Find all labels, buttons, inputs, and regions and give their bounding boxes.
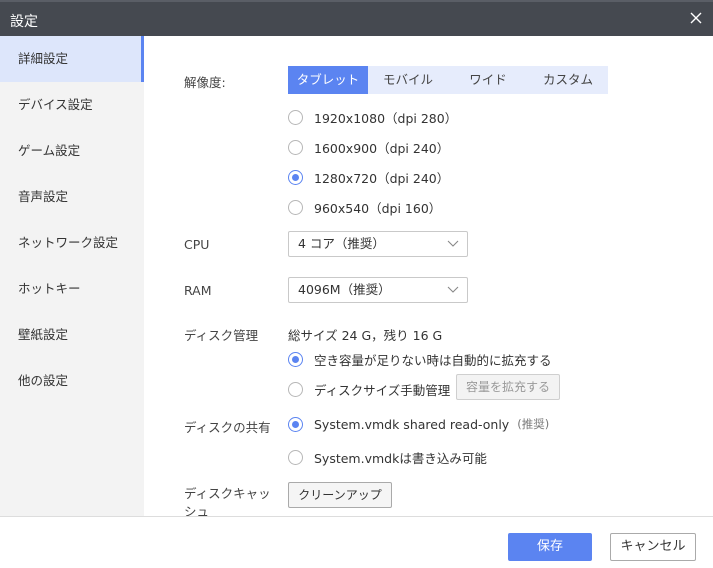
resolution-option-960[interactable]: 960x540（dpi 160） [288,198,441,217]
tab-custom[interactable]: カスタム [528,66,608,94]
chevron-down-icon [447,286,459,293]
tab-mobile[interactable]: モバイル [368,66,448,94]
settings-content: 解像度: タブレット モバイル ワイド カスタム 1920x1080（dpi 2… [144,36,713,516]
share-writable-option[interactable]: System.vmdkは書き込み可能 [288,448,487,467]
expand-capacity-button[interactable]: 容量を拡充する [456,374,560,400]
disk-share-label: ディスクの共有 [184,420,271,435]
sidebar-item-game[interactable]: ゲーム設定 [0,128,144,174]
recommended-note: (推奨) [517,417,550,431]
resolution-option-label: 1920x1080（dpi 280） [314,111,458,126]
cpu-value: 4 コア（推奨） [298,236,385,251]
resolution-label: 解像度: [184,75,226,90]
disk-label: ディスク管理 [184,328,259,343]
sidebar-item-hotkey[interactable]: ホットキー [0,266,144,312]
radio-button[interactable] [288,416,303,432]
cpu-select[interactable]: 4 コア（推奨） [288,231,468,257]
disk-manual-option[interactable]: ディスクサイズ手動管理 [288,380,450,399]
tab-tablet[interactable]: タブレット [288,66,368,94]
radio-button[interactable] [288,382,303,397]
disk-option-label: ディスクサイズ手動管理 [314,383,451,398]
ram-select[interactable]: 4096M（推奨） [288,277,468,303]
sidebar-item-wallpaper[interactable]: 壁紙設定 [0,312,144,358]
radio-button[interactable] [288,450,303,465]
cancel-button[interactable]: キャンセル [610,533,696,561]
resolution-option-1920[interactable]: 1920x1080（dpi 280） [288,108,457,127]
sidebar-item-audio[interactable]: 音声設定 [0,174,144,220]
share-option-label: System.vmdk shared read-only [314,416,510,432]
radio-button[interactable] [288,110,303,125]
save-button[interactable]: 保存 [508,533,592,561]
disk-cache-label: ディスクキャッシュ [184,486,271,516]
disk-summary: 総サイズ 24 G，残り 16 G [288,328,443,343]
radio-button[interactable] [288,352,303,367]
close-icon[interactable] [687,9,705,27]
settings-sidebar: 詳細設定 デバイス設定 ゲーム設定 音声設定 ネットワーク設定 ホットキー 壁紙… [0,36,144,516]
disk-auto-expand-option[interactable]: 空き容量が足りない時は自動的に拡充する [288,350,552,369]
sidebar-item-network[interactable]: ネットワーク設定 [0,220,144,266]
radio-button[interactable] [288,140,303,155]
cleanup-button[interactable]: クリーンアップ [288,482,392,508]
radio-button[interactable] [288,170,303,185]
sidebar-item-other[interactable]: 他の設定 [0,358,144,404]
dialog-footer: 保存 キャンセル [0,516,713,568]
window-title: 設定 [10,14,38,30]
resolution-option-label: 1600x900（dpi 240） [314,141,450,156]
cpu-label: CPU [184,237,210,252]
ram-label: RAM [184,283,212,298]
resolution-option-1280[interactable]: 1280x720（dpi 240） [288,168,449,187]
share-option-label: System.vmdkは書き込み可能 [314,451,487,466]
chevron-down-icon [447,240,459,247]
radio-button[interactable] [288,200,303,215]
sidebar-item-device[interactable]: デバイス設定 [0,82,144,128]
resolution-option-label: 1280x720（dpi 240） [314,171,450,186]
share-readonly-option[interactable]: System.vmdk shared read-only (推奨) [288,416,549,432]
resolution-tabs: タブレット モバイル ワイド カスタム [288,66,608,94]
disk-option-label: 空き容量が足りない時は自動的に拡充する [314,353,552,368]
resolution-option-1600[interactable]: 1600x900（dpi 240） [288,138,449,157]
title-bar: 設定 [0,0,713,36]
ram-value: 4096M（推奨） [298,282,391,297]
tab-wide[interactable]: ワイド [448,66,528,94]
resolution-option-label: 960x540（dpi 160） [314,201,442,216]
sidebar-item-advanced[interactable]: 詳細設定 [0,36,144,82]
